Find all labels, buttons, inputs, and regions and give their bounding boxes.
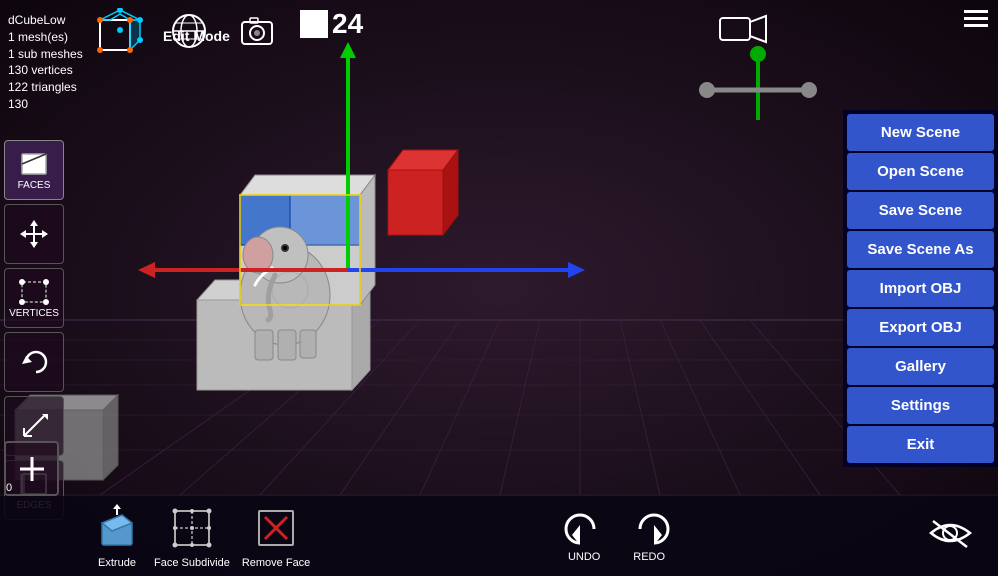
- coord-display: 0: [0, 480, 18, 496]
- extrude-icon: [92, 503, 142, 553]
- ham-line-2: [964, 17, 988, 20]
- triangles-count: 122 triangles: [8, 79, 83, 96]
- vertices-label: VERTICES: [9, 308, 59, 319]
- exit-button[interactable]: Exit: [847, 426, 994, 463]
- bottom-toolbar: Extrude: [0, 496, 998, 576]
- visibility-button[interactable]: [923, 511, 978, 561]
- remove-face-label: Remove Face: [242, 557, 310, 569]
- coord-value: 0: [6, 482, 12, 494]
- photo-icon[interactable]: [238, 12, 276, 50]
- export-obj-button[interactable]: Export OBJ: [847, 309, 994, 346]
- vertices-count: 130 vertices: [8, 62, 83, 79]
- face-subdivide-icon: [167, 503, 217, 553]
- cube-icon: [85, 8, 155, 63]
- object-name: dCubeLow: [8, 12, 83, 29]
- right-menu-panel: New Scene Open Scene Save Scene Save Sce…: [843, 110, 998, 467]
- top-icons: [170, 12, 276, 50]
- save-scene-as-button[interactable]: Save Scene As: [847, 231, 994, 268]
- mesh-count: 1 mesh(es): [8, 29, 83, 46]
- faces-label: FACES: [18, 180, 51, 191]
- settings-button[interactable]: Settings: [847, 387, 994, 424]
- edit-tools-group: Extrude: [20, 503, 310, 569]
- viewport[interactable]: dCubeLow 1 mesh(es) 1 sub meshes 130 ver…: [0, 0, 998, 576]
- gallery-button[interactable]: Gallery: [847, 348, 994, 385]
- frame-square: [300, 10, 328, 38]
- ham-line-1: [964, 10, 988, 13]
- new-scene-button[interactable]: New Scene: [847, 114, 994, 151]
- ham-line-3: [964, 24, 988, 27]
- redo-button[interactable]: REDO: [627, 509, 672, 563]
- extrude-tool[interactable]: Extrude: [92, 503, 142, 569]
- import-obj-button[interactable]: Import OBJ: [847, 270, 994, 307]
- globe-icon[interactable]: [170, 12, 208, 50]
- undo-button[interactable]: UNDO: [562, 509, 607, 563]
- faces-tool-button[interactable]: FACES: [4, 140, 64, 200]
- frame-number: 24: [332, 8, 363, 40]
- orientation-gizmo: [693, 40, 823, 130]
- extrude-label: Extrude: [98, 557, 136, 569]
- face-subdivide-tool[interactable]: Face Subdivide: [154, 503, 230, 569]
- frame-counter: 24: [300, 8, 363, 40]
- undo-label: UNDO: [568, 551, 600, 563]
- hamburger-menu-button[interactable]: [958, 4, 994, 33]
- save-scene-button[interactable]: Save Scene: [847, 192, 994, 229]
- sub-meshes: 1 sub meshes: [8, 46, 83, 63]
- open-scene-button[interactable]: Open Scene: [847, 153, 994, 190]
- redo-label: REDO: [633, 551, 665, 563]
- remove-face-icon: [251, 503, 301, 553]
- remove-face-tool[interactable]: Remove Face: [242, 503, 310, 569]
- move-tool-button[interactable]: [4, 204, 64, 264]
- info-panel: dCubeLow 1 mesh(es) 1 sub meshes 130 ver…: [0, 8, 91, 117]
- extra-number: 130: [8, 96, 83, 113]
- rotate-tool-button[interactable]: [4, 332, 64, 392]
- face-subdivide-label: Face Subdivide: [154, 557, 230, 569]
- undo-redo-group: UNDO REDO: [562, 509, 672, 563]
- vertices-tool-button[interactable]: VERTICES: [4, 268, 64, 328]
